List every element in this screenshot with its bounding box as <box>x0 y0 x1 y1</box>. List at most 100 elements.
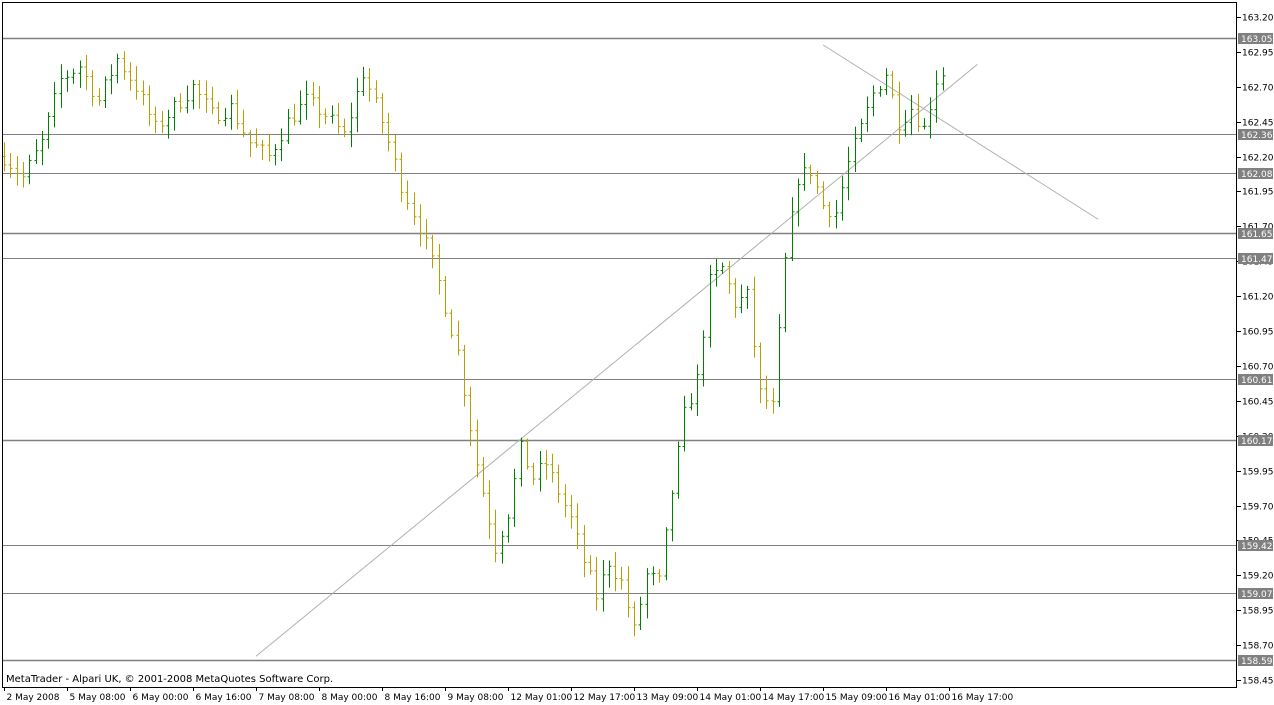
ohlc-bar <box>544 449 549 480</box>
ohlc-bar <box>443 275 448 318</box>
y-tick-label: 162.95 <box>1242 49 1274 59</box>
ohlc-bar <box>802 152 807 191</box>
ohlc-bar <box>582 525 587 578</box>
y-tick-label: 161.20 <box>1242 293 1274 303</box>
ohlc-bar <box>745 285 750 309</box>
ohlc-bar <box>122 51 127 80</box>
ohlc-bar <box>160 111 165 134</box>
ohlc-bar <box>777 314 782 407</box>
level-label: 161.47 <box>1238 253 1273 265</box>
x-tick-label: 13 May 09:00 <box>637 693 699 703</box>
ohlc-bar <box>796 178 801 227</box>
x-tick-label: 12 May 01:00 <box>511 693 573 703</box>
ohlc-bar <box>241 109 246 138</box>
ohlc-bar <box>771 388 776 414</box>
ohlc-bar <box>424 219 429 250</box>
ohlc-bar <box>790 197 795 262</box>
x-tick-label: 14 May 17:00 <box>763 693 825 703</box>
ohlc-bar <box>229 94 234 130</box>
ohlc-bar <box>273 144 278 166</box>
horizontal-levels <box>3 37 1237 662</box>
ohlc-bar <box>922 118 927 130</box>
level-label: 161.65 <box>1238 228 1273 240</box>
ohlc-bar <box>141 80 146 106</box>
ohlc-bar <box>689 393 694 411</box>
ohlc-bar <box>412 192 417 225</box>
level-label: 160.17 <box>1238 435 1273 447</box>
ohlc-bar <box>695 364 700 416</box>
ohlc-bar <box>884 68 889 95</box>
ohlc-bar <box>235 89 240 130</box>
ohlc-bar <box>84 55 89 91</box>
ohlc-bar <box>254 128 259 149</box>
ohlc-bar <box>739 284 744 314</box>
level-label-text: 159.42 <box>1241 542 1273 552</box>
ohlc-bar <box>128 62 133 91</box>
ohlc-bar <box>607 560 612 588</box>
level-label: 159.07 <box>1238 588 1273 600</box>
ohlc-bar <box>449 309 454 339</box>
y-tick-label: 162.20 <box>1242 154 1274 164</box>
ohlc-bar <box>216 101 221 125</box>
ohlc-bar <box>827 201 832 228</box>
x-tick-label: 8 May 00:00 <box>322 693 378 703</box>
level-label-text: 162.36 <box>1241 131 1273 141</box>
ohlc-bar <box>286 109 291 144</box>
ohlc-bar <box>78 60 83 88</box>
ohlc-bar <box>752 276 757 358</box>
ohlc-bar <box>727 260 732 294</box>
ohlc-bar <box>147 85 152 126</box>
x-tick-label: 15 May 09:00 <box>826 693 888 703</box>
ohlc-bar <box>865 96 870 132</box>
ohlc-bar <box>638 596 643 631</box>
ohlc-bar <box>317 85 322 129</box>
ohlc-bar <box>260 139 265 161</box>
ohlc-bar <box>153 106 158 133</box>
ohlc-bar <box>834 199 839 229</box>
ohlc-bar <box>916 94 921 132</box>
ohlc-bar <box>594 556 599 611</box>
ohlc-bar <box>65 70 70 92</box>
copyright-credit: MetaTrader - Alpari UK, © 2001-2008 Meta… <box>6 674 334 685</box>
ohlc-bar <box>178 93 183 113</box>
ohlc-bar <box>380 93 385 134</box>
ohlc-bar <box>487 480 492 540</box>
ohlc-bar <box>519 437 524 487</box>
level-label-text: 161.47 <box>1241 255 1273 265</box>
ohlc-bar <box>210 86 215 115</box>
ohlc-bar <box>52 82 57 128</box>
ohlc-bar <box>575 503 580 550</box>
ohlc-bar <box>783 252 788 333</box>
ohlc-bar <box>437 243 442 295</box>
ohlc-bar <box>563 484 568 518</box>
ohlc-bar <box>405 180 410 210</box>
ohlc-bar <box>109 64 114 95</box>
y-tick-label: 158.95 <box>1242 607 1274 617</box>
ohlc-bar <box>657 569 662 583</box>
x-axis-ticks: 2 May 2008 5 May 08:00 6 May 00:00 6 May 16… <box>4 687 1013 703</box>
ohlc-bar <box>664 527 669 581</box>
y-tick-label: 159.95 <box>1242 468 1274 478</box>
trendline <box>255 64 978 657</box>
trendline <box>822 44 1099 220</box>
y-tick-label: 160.45 <box>1242 398 1274 408</box>
ohlc-bar <box>538 450 543 492</box>
ohlc-bar <box>758 342 763 404</box>
x-tick-label: 12 May 17:00 <box>574 693 636 703</box>
ohlc-bar <box>34 139 39 165</box>
ohlc-bar <box>279 128 284 162</box>
ohlc-bar <box>859 118 864 142</box>
ohlc-bar <box>103 76 108 108</box>
ohlc-bar <box>821 181 826 210</box>
ohlc-bar <box>475 419 480 478</box>
x-tick-label: 2 May 2008 <box>7 693 60 703</box>
ohlc-bar <box>59 64 64 108</box>
ohlc-bar <box>21 161 26 188</box>
y-tick-label: 158.45 <box>1242 677 1274 687</box>
level-label: 162.36 <box>1238 129 1273 141</box>
y-tick-label: 159.70 <box>1242 503 1274 513</box>
ohlc-bar <box>456 320 461 356</box>
ohlc-bar <box>588 555 593 575</box>
x-tick-label: 9 May 08:00 <box>448 693 504 703</box>
y-tick-label: 160.95 <box>1242 328 1274 338</box>
